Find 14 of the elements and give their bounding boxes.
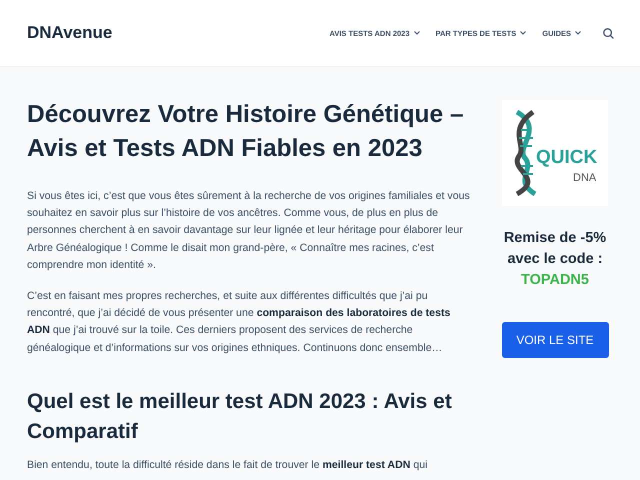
paragraph: Si vous êtes ici, c’est que vous êtes sûrement à la recherche de vos origines familiales et vous souhaitez en savoir plus sur l’histoire de vos ancêtres. Comme vous, de plus en plus de personnes cherchent à en savoir davantage sur leur lignée et leur héritage pour élaborer leur Arbre Généalogique ! Comme le disait mon grand-père, « Connaître mes racines, c’est comprendre mon identité ». (27, 189, 471, 273)
promo-text: Remise de -5% (504, 229, 606, 248)
section-heading: Quel est le meilleur test ADN 2023 : Avis et Comparatif (27, 388, 453, 445)
paragraph: Bien entendu, toute la difficulté réside dans le fait de trouver le meilleur test ADN qui (27, 458, 428, 473)
promo-code: TOPADN5 (521, 271, 589, 290)
paragraph: C’est en faisant mes propres recherches, et suite aux différentes difficultés que j’ai pu rencontré, que j’ai décidé de vous présenter une comparaison des laboratoires de tests ADN que j’ai trouvé sur la toile. Ces derniers proposent des services de recherche généalogique et d’informations sur vos origines ethniques. Continuons donc ensemble… (27, 289, 452, 356)
visit-site-button[interactable]: VOIR LE SITE (502, 322, 608, 358)
search-icon[interactable] (603, 28, 614, 38)
helix-icon (514, 110, 536, 196)
page-title: Découvrez Votre Histoire Génétique – Avis et Tests ADN Fiables en 2023 (27, 100, 465, 164)
logo-subtitle: DNA (573, 172, 596, 184)
promo-text: avec le code : (507, 250, 603, 269)
logo-word: QUICK (536, 147, 598, 168)
site-logo[interactable]: DNAvenue (27, 23, 112, 43)
